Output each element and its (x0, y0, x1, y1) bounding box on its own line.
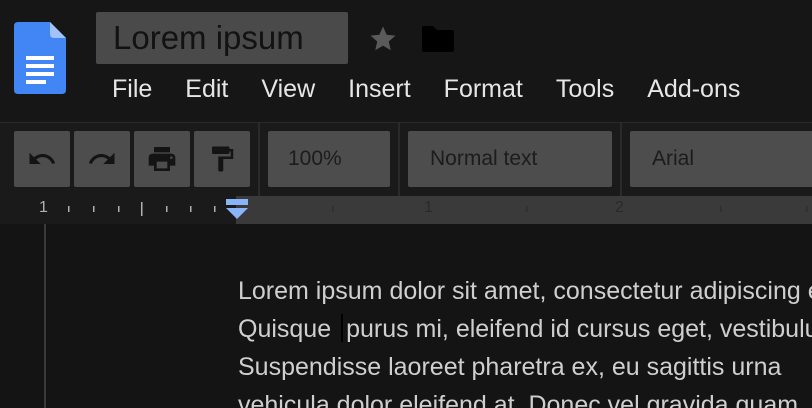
text-caret (341, 314, 344, 342)
ruler[interactable]: 1 1 2 (0, 196, 812, 224)
menu-format[interactable]: Format (444, 72, 523, 106)
menu-edit[interactable]: Edit (185, 72, 228, 106)
ruler-label: 2 (615, 199, 624, 216)
menu-bar: File Edit View Insert Format Tools Add-o… (112, 72, 773, 106)
zoom-select[interactable]: 100% (268, 131, 390, 187)
docs-app: Lorem ipsum File Edit View Insert Format… (0, 0, 812, 408)
toolbar-separator (398, 123, 400, 197)
menu-view[interactable]: View (261, 72, 315, 106)
text-segment: Quisque (238, 315, 339, 343)
page-edge (44, 224, 46, 408)
menu-insert[interactable]: Insert (348, 72, 411, 106)
font-select[interactable]: Arial (630, 131, 812, 187)
paint-format-icon (212, 146, 234, 172)
text-line: Suspendisse laoreet pharetra ex, eu sagi… (238, 353, 782, 381)
menu-tools[interactable]: Tools (556, 72, 614, 106)
toolbar-separator (620, 123, 622, 197)
paint-format-button[interactable] (194, 131, 250, 187)
document-body[interactable]: Lorem ipsum dolor sit amet, consectetur … (238, 272, 812, 408)
text-line: Quisque purus mi, eleifend id cursus ege… (238, 310, 812, 348)
menu-add-ons[interactable]: Add-ons (647, 72, 740, 106)
print-icon (148, 147, 176, 171)
redo-icon (88, 152, 115, 164)
docs-logo-icon[interactable] (14, 22, 66, 94)
ruler-label: 1 (424, 199, 433, 216)
header: Lorem ipsum File Edit View Insert Format… (0, 0, 812, 122)
toolbar: 100% Normal text Arial (0, 122, 812, 197)
paragraph-style-select[interactable]: Normal text (408, 131, 612, 187)
print-button[interactable] (134, 131, 190, 187)
star-icon[interactable] (368, 24, 398, 54)
undo-icon (29, 152, 56, 164)
text-line: vehicula dolor eleifend at. Donec vel gr… (238, 391, 806, 408)
toolbar-separator (258, 123, 260, 197)
menu-file[interactable]: File (112, 72, 152, 106)
ruler-ticks-active (332, 206, 808, 212)
folder-icon[interactable] (420, 24, 456, 54)
undo-button[interactable] (14, 131, 70, 187)
document-title-input[interactable]: Lorem ipsum (96, 12, 348, 64)
text-line: Lorem ipsum dolor sit amet, consectetur … (238, 277, 812, 305)
text-segment: purus mi, eleifend id cursus eget, vesti… (346, 315, 812, 343)
redo-button[interactable] (74, 131, 130, 187)
ruler-ticks (68, 202, 216, 216)
document-canvas[interactable]: Lorem ipsum dolor sit amet, consectetur … (0, 224, 812, 408)
